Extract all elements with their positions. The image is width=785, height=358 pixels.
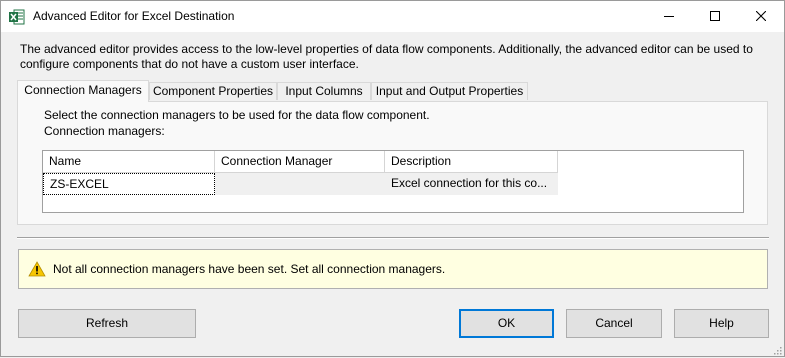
resize-grip-icon[interactable]	[772, 344, 782, 355]
window-title: Advanced Editor for Excel Destination	[33, 9, 235, 23]
ok-button[interactable]: OK	[459, 309, 554, 338]
minimize-button[interactable]	[646, 1, 692, 32]
excel-icon	[9, 9, 25, 25]
column-header-name[interactable]: Name	[43, 151, 215, 173]
close-icon	[755, 10, 767, 24]
tab-connection-managers[interactable]: Connection Managers	[17, 80, 149, 102]
maximize-icon	[710, 10, 720, 24]
warning-banner: Not all connection managers have been se…	[18, 249, 768, 289]
cell-connection-manager[interactable]	[215, 173, 385, 195]
maximize-button[interactable]	[692, 1, 738, 32]
close-button[interactable]	[738, 1, 784, 32]
editor-description: The advanced editor provides access to t…	[20, 42, 753, 71]
panel-instruction: Select the connection managers to be use…	[44, 108, 430, 122]
refresh-button[interactable]: Refresh	[18, 309, 196, 338]
tab-input-columns[interactable]: Input Columns	[277, 82, 371, 100]
dialog-window: Advanced Editor for Excel Destination Th…	[0, 0, 785, 357]
tab-input-output-properties[interactable]: Input and Output Properties	[371, 82, 528, 100]
tab-component-properties[interactable]: Component Properties	[149, 82, 277, 100]
warning-message: Not all connection managers have been se…	[53, 262, 446, 276]
help-button[interactable]: Help	[674, 309, 769, 338]
connection-managers-panel: Select the connection managers to be use…	[17, 101, 768, 225]
title-bar[interactable]: Advanced Editor for Excel Destination	[1, 1, 784, 32]
warning-icon	[28, 261, 46, 277]
cell-description[interactable]: Excel connection for this co...	[385, 173, 558, 195]
cell-name[interactable]: ZS-EXCEL	[43, 173, 215, 195]
minimize-icon	[664, 10, 674, 24]
grid-label: Connection managers:	[44, 124, 165, 138]
connection-managers-grid[interactable]: Name Connection Manager Description ZS-E…	[42, 150, 744, 213]
column-header-description[interactable]: Description	[385, 151, 558, 173]
column-header-connection-manager[interactable]: Connection Manager	[215, 151, 385, 173]
cancel-button[interactable]: Cancel	[566, 309, 662, 338]
divider	[17, 237, 769, 239]
